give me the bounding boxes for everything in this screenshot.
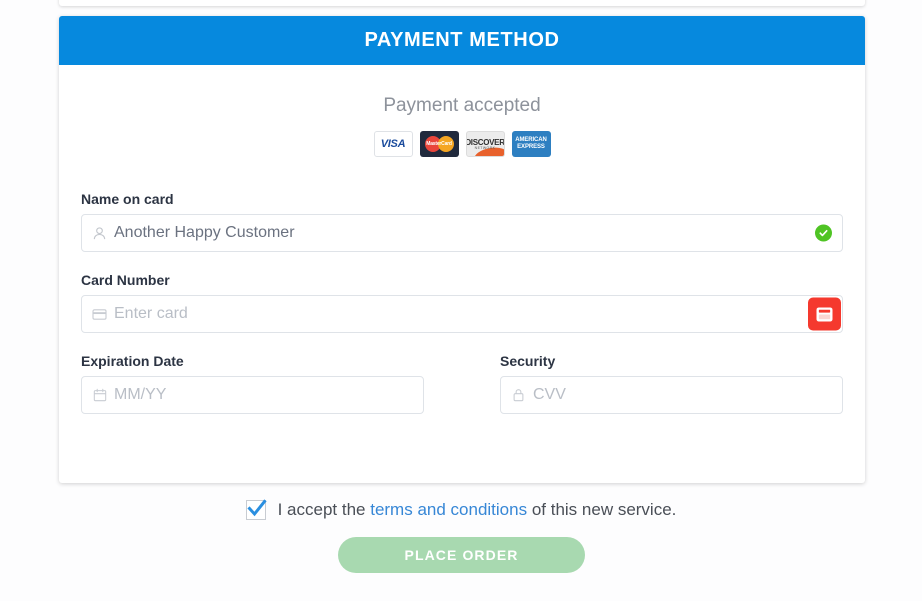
discover-logo-sublabel: NETWORK — [474, 146, 496, 150]
name-on-card-group: Name on card Another Happy Customer — [81, 191, 843, 252]
expiration-input[interactable]: MM/YY — [81, 376, 424, 414]
terms-acceptance-row: I accept the terms and conditions of thi… — [0, 499, 922, 520]
card-header: PAYMENT METHOD — [59, 16, 865, 65]
card-number-input[interactable]: Enter card — [81, 295, 843, 333]
lock-icon — [511, 388, 526, 403]
previous-section-card — [59, 0, 865, 6]
page-title: PAYMENT METHOD — [364, 29, 560, 51]
name-on-card-input-wrap: Another Happy Customer — [81, 214, 843, 252]
payment-method-card: PAYMENT METHOD Payment accepted VISA Mas… — [59, 16, 865, 483]
mastercard-logo: MasterCard — [419, 131, 459, 157]
terms-suffix: of this new service. — [531, 500, 677, 519]
amex-logo: AMERICAN EXPRESS — [511, 131, 551, 157]
credit-card-icon — [92, 307, 107, 322]
amex-logo-line2: EXPRESS — [517, 144, 545, 150]
security-label: Security — [500, 353, 556, 369]
name-on-card-value: Another Happy Customer — [114, 224, 295, 241]
payment-accepted-text: Payment accepted — [383, 95, 541, 116]
name-on-card-input[interactable]: Another Happy Customer — [81, 214, 843, 252]
mastercard-logo-label: MasterCard — [426, 141, 452, 147]
terms-text: I accept the terms and conditions of thi… — [278, 500, 677, 520]
user-icon — [92, 226, 107, 241]
name-valid-check-icon — [815, 224, 832, 242]
discover-logo: DISCOVER NETWORK — [465, 131, 505, 157]
security-input[interactable]: CVV — [500, 376, 843, 414]
security-placeholder: CVV — [533, 386, 566, 403]
amex-logo-label: AMERICAN EXPRESS — [515, 137, 547, 151]
card-number-group: Card Number Enter card — [81, 272, 843, 333]
expiration-group: Expiration Date MM/YY — [81, 353, 424, 414]
place-order-button[interactable]: PLACE ORDER — [338, 537, 585, 573]
card-number-placeholder: Enter card — [114, 305, 188, 322]
security-group: Security CVV — [500, 353, 843, 414]
calendar-icon — [92, 388, 107, 403]
card-number-label: Card Number — [81, 272, 170, 288]
card-body: Payment accepted VISA MasterCard DISCOVE… — [59, 65, 865, 414]
accepted-cards-logos: VISA MasterCard DISCOVER NETWORK AMERICA… — [81, 131, 843, 157]
expiration-security-row: Expiration Date MM/YY Security CVV — [81, 353, 843, 414]
card-type-indicator-button[interactable] — [808, 297, 841, 331]
visa-logo: VISA — [373, 131, 413, 157]
terms-and-conditions-link[interactable]: terms and conditions — [370, 500, 527, 519]
terms-prefix: I accept the — [277, 500, 366, 519]
amex-logo-line1: AMERICAN — [515, 137, 547, 143]
expiration-label: Expiration Date — [81, 353, 184, 369]
terms-checkbox[interactable] — [245, 499, 267, 520]
visa-logo-label: VISA — [380, 138, 406, 150]
expiration-placeholder: MM/YY — [114, 386, 167, 403]
payment-page: PAYMENT METHOD Payment accepted VISA Mas… — [0, 0, 922, 601]
name-on-card-label: Name on card — [81, 191, 174, 207]
card-number-input-wrap: Enter card — [81, 295, 843, 333]
